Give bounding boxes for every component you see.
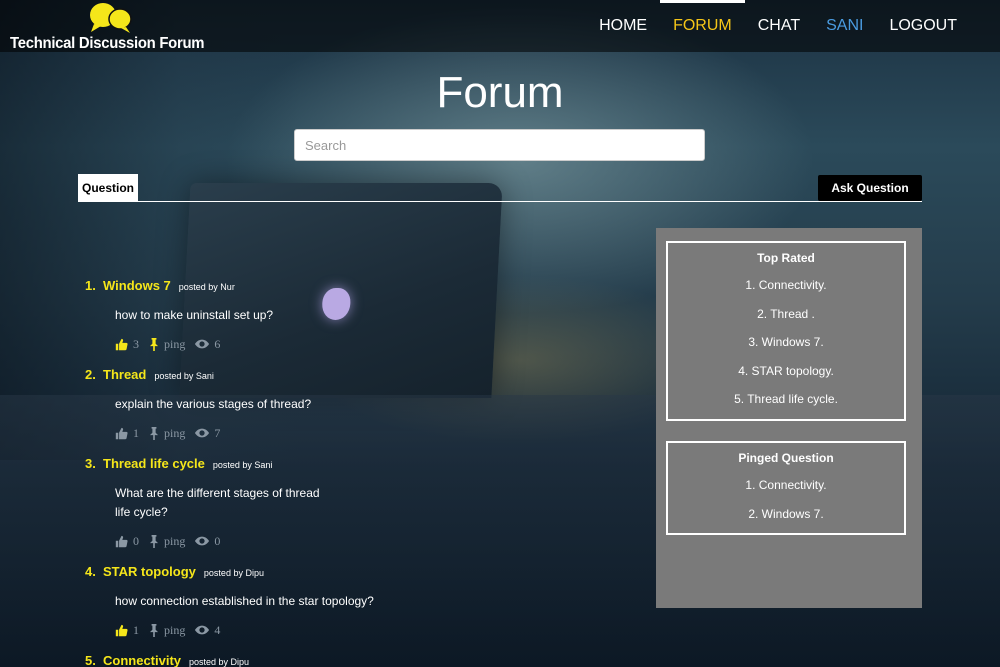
top-rated-item[interactable]: 5. Thread life cycle. (668, 385, 904, 414)
eye-icon (195, 428, 210, 438)
view-count: 7 (195, 426, 220, 441)
question-list: 1. Windows 7 posted by Nur how to make u… (85, 278, 555, 667)
view-count: 4 (195, 623, 220, 638)
ping-button[interactable]: ping (149, 426, 185, 441)
thumbs-up-icon (115, 427, 128, 439)
views-number: 7 (214, 425, 221, 440)
view-count: 0 (195, 534, 220, 549)
question-author: posted by Nur (178, 282, 235, 292)
question-number: 2. (85, 367, 96, 382)
question-number: 4. (85, 564, 96, 579)
top-rated-item[interactable]: 1. Connectivity. (668, 271, 904, 300)
nav-logout[interactable]: LOGOUT (876, 0, 970, 52)
tab-question[interactable]: Question (78, 174, 139, 202)
nav-forum[interactable]: FORUM (660, 0, 745, 52)
question-author: posted by Dipu (189, 657, 250, 667)
pin-icon (149, 623, 159, 637)
like-count: 1 (133, 622, 139, 637)
like-count: 0 (133, 533, 139, 548)
question-header: 5. Connectivity posted by Dipu (85, 653, 555, 667)
thumbs-up-icon (115, 624, 128, 636)
view-count: 6 (195, 337, 220, 352)
like-button[interactable]: 0 (115, 534, 139, 549)
pin-icon (149, 534, 159, 548)
question-header: 3. Thread life cycle posted by Sani (85, 456, 555, 474)
question-tab-bar: Question Ask Question (78, 174, 922, 202)
question-title-link[interactable]: STAR topology (103, 564, 196, 579)
question-stats: 0 ping 0 (115, 532, 555, 550)
page-title: Forum (436, 68, 564, 117)
top-rated-item[interactable]: 3. Windows 7. (668, 328, 904, 357)
top-navbar: Technical Discussion Forum HOME FORUM CH… (0, 0, 1000, 52)
question-author: posted by Sani (212, 460, 273, 470)
list-item: 2. Thread posted by Sani explain the var… (85, 367, 555, 442)
list-item: 3. Thread life cycle posted by Sani What… (85, 456, 555, 550)
question-stats: 3 ping 6 (115, 335, 555, 353)
ping-label: ping (164, 336, 186, 351)
list-item: 5. Connectivity posted by Dipu (85, 653, 555, 667)
like-count: 3 (133, 336, 139, 351)
ping-button[interactable]: ping (149, 534, 185, 549)
pinged-question-panel: Pinged Question 1. Connectivity. 2. Wind… (666, 441, 906, 535)
question-header: 1. Windows 7 posted by Nur (85, 278, 555, 296)
pinged-item[interactable]: 1. Connectivity. (668, 471, 904, 500)
question-author: posted by Sani (154, 371, 214, 381)
views-number: 6 (214, 336, 221, 351)
chat-bubbles-icon (90, 3, 132, 33)
question-body: how connection established in the star t… (115, 594, 374, 608)
ping-button[interactable]: ping (149, 623, 185, 638)
question-number: 5. (85, 653, 96, 667)
like-button[interactable]: 3 (115, 337, 139, 352)
ping-button[interactable]: ping (149, 337, 185, 352)
nav-home[interactable]: HOME (586, 0, 660, 52)
thumbs-up-icon (115, 338, 128, 350)
question-number: 1. (85, 278, 96, 293)
nav-user-profile[interactable]: SANI (813, 0, 876, 52)
question-body: how to make uninstall set up? (115, 308, 274, 322)
question-number: 3. (85, 456, 96, 471)
like-count: 1 (133, 425, 139, 440)
question-header: 4. STAR topology posted by Dipu (85, 564, 555, 582)
question-author: posted by Dipu (203, 568, 264, 578)
eye-icon (195, 339, 210, 349)
main-content: Forum Question Ask Question 1. Windows 7… (0, 0, 1000, 667)
top-rated-title: Top Rated (757, 251, 815, 265)
pin-icon (149, 426, 159, 440)
list-item: 4. STAR topology posted by Dipu how conn… (85, 564, 555, 639)
ask-question-button[interactable]: Ask Question (818, 175, 922, 201)
top-rated-panel: Top Rated 1. Connectivity. 2. Thread . 3… (666, 241, 906, 421)
pinged-item[interactable]: 2. Windows 7. (668, 500, 904, 529)
views-number: 4 (214, 622, 221, 637)
question-title-link[interactable]: Thread life cycle (103, 456, 205, 471)
pin-icon (149, 337, 159, 351)
question-header: 2. Thread posted by Sani (85, 367, 555, 385)
list-item: 1. Windows 7 posted by Nur how to make u… (85, 278, 555, 353)
question-body: explain the various stages of thread? (115, 397, 312, 411)
top-rated-item[interactable]: 4. STAR topology. (668, 357, 904, 386)
sidebar: Top Rated 1. Connectivity. 2. Thread . 3… (656, 228, 922, 608)
nav-chat[interactable]: CHAT (745, 0, 813, 52)
like-button[interactable]: 1 (115, 426, 139, 441)
eye-icon (195, 536, 210, 546)
question-title-link[interactable]: Connectivity (103, 653, 181, 667)
ping-label: ping (164, 533, 186, 548)
nav-menu: HOME FORUM CHAT SANI LOGOUT (586, 0, 970, 52)
like-button[interactable]: 1 (115, 623, 139, 638)
top-rated-item[interactable]: 2. Thread . (668, 300, 904, 329)
eye-icon (195, 625, 210, 635)
question-stats: 1 ping 7 (115, 424, 555, 442)
views-number: 0 (214, 533, 221, 548)
ping-label: ping (164, 425, 186, 440)
question-body: What are the different stages of thread … (115, 486, 320, 519)
brand-title: Technical Discussion Forum (10, 35, 205, 52)
search-input[interactable] (294, 129, 705, 161)
question-title-link[interactable]: Thread (103, 367, 146, 382)
thumbs-up-icon (115, 535, 128, 547)
question-stats: 1 ping 4 (115, 621, 555, 639)
ping-label: ping (164, 622, 186, 637)
pinged-question-title: Pinged Question (738, 451, 834, 465)
question-title-link[interactable]: Windows 7 (103, 278, 171, 293)
